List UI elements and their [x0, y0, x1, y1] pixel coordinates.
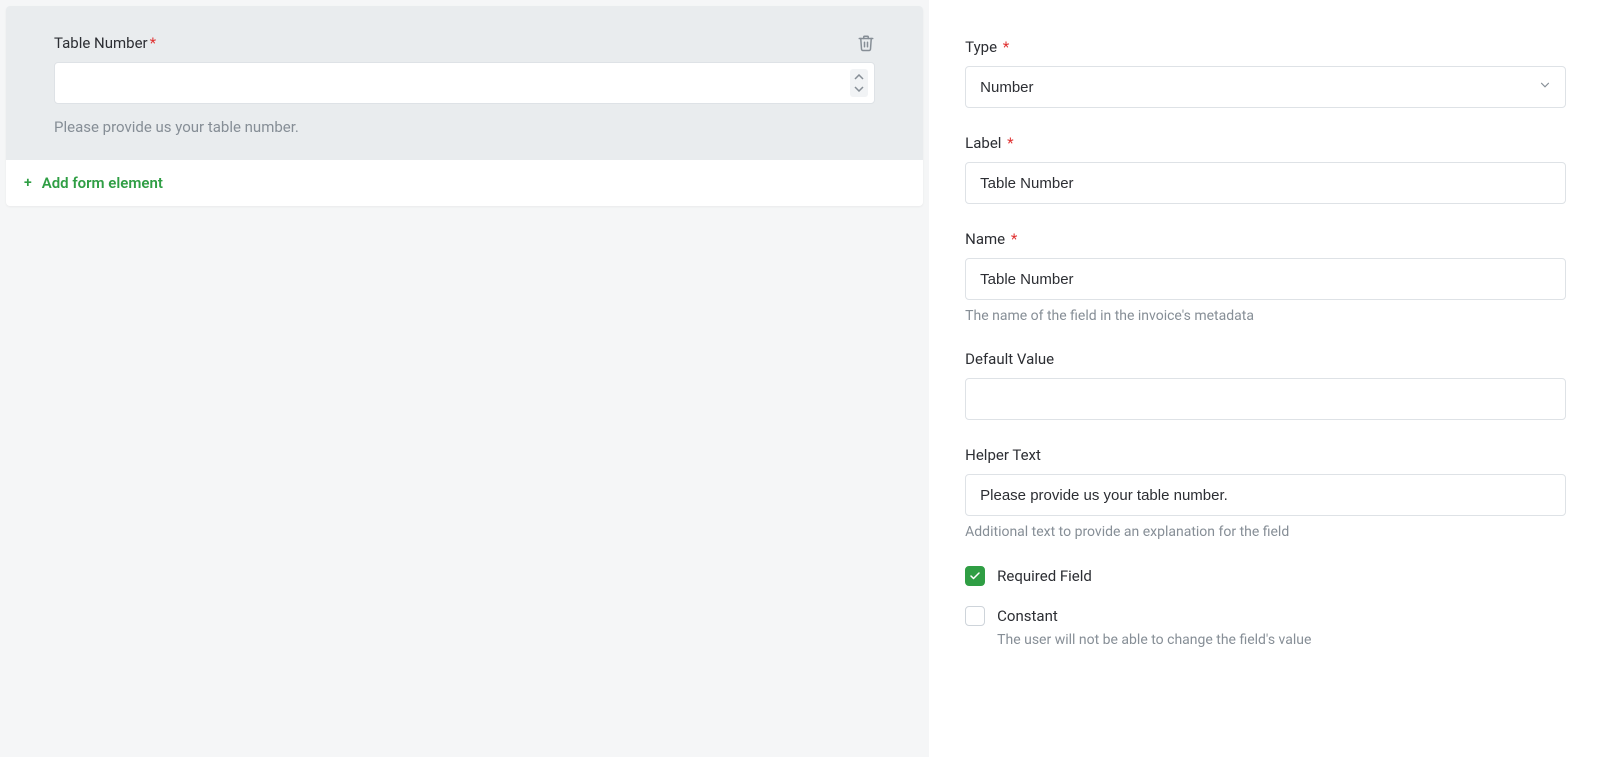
- required-star-icon: *: [1011, 230, 1017, 248]
- chevron-up-icon[interactable]: [854, 71, 864, 83]
- preview-number-input-wrap[interactable]: [54, 62, 875, 104]
- type-select[interactable]: [965, 66, 1566, 108]
- default-value-input[interactable]: [965, 378, 1566, 420]
- preview-card: Table Number*: [6, 6, 923, 206]
- preview-number-input[interactable]: [67, 75, 850, 91]
- required-star-icon: *: [1003, 38, 1009, 56]
- name-input[interactable]: [965, 258, 1566, 300]
- required-star-icon: *: [1007, 134, 1013, 152]
- field-preview[interactable]: Table Number*: [6, 6, 923, 160]
- add-form-element-button[interactable]: + Add form element: [6, 160, 923, 206]
- helper-text-label: Helper Text: [965, 446, 1566, 464]
- add-form-element-label: Add form element: [42, 174, 163, 192]
- constant-label: Constant: [997, 607, 1058, 625]
- required-field-label: Required Field: [997, 567, 1092, 585]
- properties-panel: Type * Label * Name * The name of the fi…: [929, 0, 1602, 757]
- required-field-checkbox[interactable]: [965, 566, 985, 586]
- preview-field-label: Table Number*: [54, 34, 156, 52]
- default-value-label: Default Value: [965, 350, 1566, 368]
- check-icon: [969, 570, 981, 582]
- trash-icon[interactable]: [857, 34, 875, 52]
- preview-helper-text: Please provide us your table number.: [54, 118, 875, 136]
- required-field-row: Required Field: [965, 566, 1566, 586]
- type-label: Type *: [965, 38, 1566, 56]
- name-label: Name *: [965, 230, 1566, 248]
- chevron-down-icon[interactable]: [854, 83, 864, 95]
- name-hint: The name of the field in the invoice's m…: [965, 308, 1566, 324]
- plus-icon: +: [24, 175, 32, 191]
- label-label: Label *: [965, 134, 1566, 152]
- constant-checkbox[interactable]: [965, 606, 985, 626]
- required-star-icon: *: [150, 34, 156, 52]
- helper-text-input[interactable]: [965, 474, 1566, 516]
- constant-row: Constant: [965, 606, 1566, 626]
- number-stepper[interactable]: [850, 69, 868, 97]
- helper-text-hint: Additional text to provide an explanatio…: [965, 524, 1566, 540]
- constant-hint: The user will not be able to change the …: [997, 632, 1566, 648]
- label-input[interactable]: [965, 162, 1566, 204]
